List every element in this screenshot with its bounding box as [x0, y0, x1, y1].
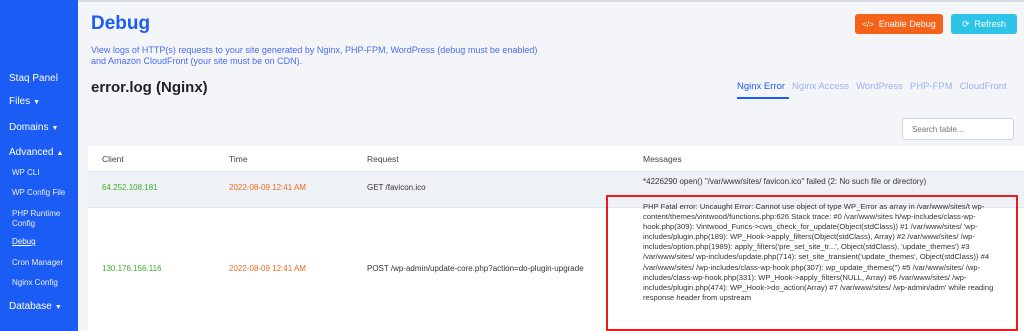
top-divider: [78, 0, 1024, 2]
tab-php-fpm[interactable]: PHP-FPM: [910, 81, 953, 92]
log-tabs: Nginx Error Nginx Access WordPress PHP-F…: [737, 81, 1007, 92]
enable-debug-label: Enable Debug: [878, 19, 936, 29]
sidebar-subitem-cron-manager[interactable]: Cron Manager: [12, 258, 63, 268]
sidebar-item-staq-panel[interactable]: Staq Panel: [9, 73, 58, 84]
sidebar-item-label: Database: [9, 301, 52, 312]
sidebar-subitem-php-runtime-config[interactable]: PHP Runtime Config: [12, 209, 72, 229]
sidebar-item-label: Files: [9, 96, 31, 107]
tab-nginx-access[interactable]: Nginx Access: [792, 81, 849, 92]
sidebar-item-database[interactable]: Database ▼: [9, 301, 62, 312]
request-path: POST /wp-admin/update-core.php?action=do…: [367, 264, 584, 273]
enable-debug-button[interactable]: </> Enable Debug: [855, 14, 943, 34]
chevron-down-icon: ▼: [54, 304, 62, 311]
sidebar-item-advanced[interactable]: Advanced ▲: [9, 147, 63, 158]
chevron-up-icon: ▲: [56, 150, 64, 157]
sidebar-item-label: Staq Panel: [9, 73, 58, 84]
tab-wordpress[interactable]: WordPress: [856, 81, 903, 92]
request-path: GET /favicon.ico: [367, 183, 426, 192]
log-message: *4226290 open() "/var/www/sites/ favicon…: [643, 177, 927, 186]
column-header-messages[interactable]: Messages: [643, 154, 682, 164]
page-title: Debug: [91, 13, 151, 34]
tab-nginx-error[interactable]: Nginx Error: [737, 81, 785, 92]
sidebar-item-files[interactable]: Files ▼: [9, 96, 40, 107]
log-time: 2022-08-09 12:41 AM: [229, 264, 306, 273]
tab-cloudfront[interactable]: CloudFront: [960, 81, 1007, 92]
page-description: View logs of HTTP(s) requests to your si…: [91, 45, 538, 66]
client-ip: 130.176.156.116: [102, 264, 162, 273]
column-header-request[interactable]: Request: [367, 154, 399, 164]
sidebar-subitem-wp-config-file[interactable]: WP Config File: [12, 188, 65, 198]
log-time: 2022-08-09 12:41 AM: [229, 183, 306, 192]
refresh-icon: ⟳: [961, 18, 970, 29]
refresh-button[interactable]: ⟳ Refresh: [951, 14, 1017, 34]
sidebar-item-domains[interactable]: Domains ▼: [9, 122, 58, 133]
sidebar-item-label: Advanced: [9, 147, 54, 158]
refresh-label: Refresh: [974, 19, 1007, 29]
sidebar-subitem-debug[interactable]: Debug: [12, 237, 36, 247]
sidebar-subitem-nginx-config[interactable]: Nginx Config: [12, 278, 58, 288]
sidebar-subitem-wp-cli[interactable]: WP CLI: [12, 168, 39, 178]
search-input[interactable]: [902, 118, 1014, 140]
log-title: error.log (Nginx): [91, 79, 208, 96]
column-header-time[interactable]: Time: [229, 154, 248, 164]
client-ip: 64.252.108.181: [102, 183, 158, 192]
column-header-client[interactable]: Client: [102, 154, 124, 164]
code-icon: </>: [862, 19, 874, 29]
sidebar-item-label: Domains: [9, 122, 49, 133]
highlight-box: [606, 195, 1018, 331]
chevron-down-icon: ▼: [51, 125, 59, 132]
sidebar: Staq Panel Files ▼ Domains ▼ Advanced ▲ WP …: [0, 0, 78, 331]
active-tab-indicator: [737, 97, 789, 99]
chevron-down-icon: ▼: [33, 99, 41, 106]
